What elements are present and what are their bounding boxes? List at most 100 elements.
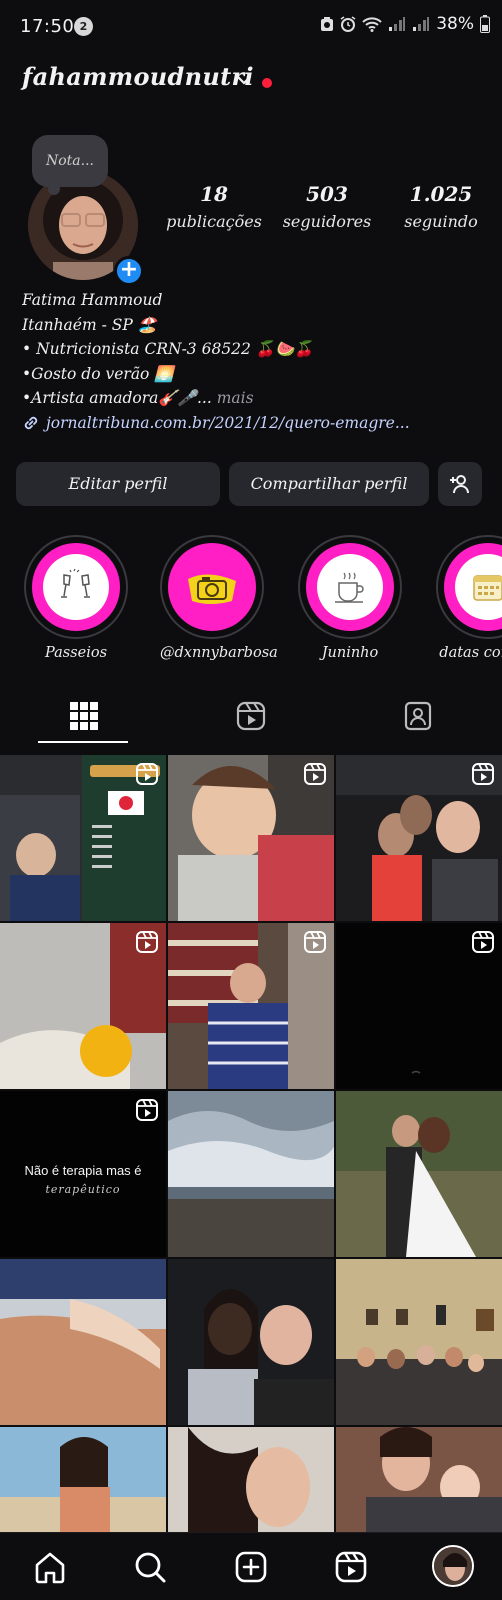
post-thumbnail[interactable] <box>168 1259 334 1425</box>
search-icon <box>135 1552 166 1583</box>
reel-indicator-icon <box>304 763 326 785</box>
active-tab-indicator <box>38 741 128 743</box>
tab-grid[interactable] <box>0 697 167 747</box>
status-icons: 38% <box>320 14 490 34</box>
reel-indicator-icon <box>472 931 494 953</box>
link-icon <box>24 416 38 429</box>
highlight-dxnnybarbosa[interactable]: @dxnnybarbosa <box>160 535 278 661</box>
nav-reels[interactable] <box>333 1549 369 1585</box>
home-icon <box>35 1552 65 1584</box>
bio-more-link[interactable]: mais <box>217 389 254 407</box>
highlight-ring <box>436 535 502 639</box>
profile-bio: Fatima Hammoud Itanhaém - SP 🏖️ • Nutric… <box>22 288 492 435</box>
champagne-glasses-icon <box>61 568 90 598</box>
post-thumbnail[interactable] <box>0 1259 166 1425</box>
highlight-label: @dxnnybarbosa <box>160 645 278 661</box>
post-thumbnail[interactable] <box>168 755 334 921</box>
profile-content-tabs <box>0 697 502 747</box>
stat-following[interactable]: 1.025 seguindo <box>386 182 496 231</box>
bottom-navigation <box>0 1532 502 1600</box>
story-highlights: Passeios @dxnnybarbosa Juninho datas com… <box>0 535 502 665</box>
nav-create[interactable] <box>233 1549 269 1585</box>
signal-icon <box>389 17 406 31</box>
posts-grid: Não é terapia mas é terapêutico <box>0 755 502 1532</box>
share-profile-button[interactable]: Compartilhar perfil <box>229 462 429 506</box>
post-thumbnail[interactable] <box>0 755 166 921</box>
highlight-passeios[interactable]: Passeios <box>24 535 128 661</box>
username-title[interactable]: fahammoudnutri <box>22 62 254 91</box>
post-thumbnail[interactable] <box>0 923 166 1089</box>
post-thumbnail[interactable] <box>336 1427 502 1532</box>
reel-indicator-icon <box>472 763 494 785</box>
tab-tagged[interactable] <box>334 697 501 747</box>
note-bubble[interactable]: Nota... <box>32 135 108 195</box>
reel-indicator-icon <box>136 1099 158 1121</box>
discover-people-button[interactable] <box>438 462 482 506</box>
bio-line-artist: •Artista amadora🎸🎤... mais <box>22 386 492 411</box>
bio-link-text: jornaltribuna.com.br/2021/12/quero-emagr… <box>46 413 410 432</box>
post-thumbnail[interactable] <box>168 1427 334 1532</box>
post-thumbnail[interactable]: Não é terapia mas é terapêutico <box>0 1091 166 1257</box>
status-bar: 17:50 2 38% <box>0 0 502 56</box>
reels-icon <box>335 1551 367 1583</box>
battery-icon <box>480 15 490 33</box>
bio-artist-text: •Artista amadora🎸🎤... <box>22 389 212 407</box>
reel-indicator-icon <box>136 931 158 953</box>
alarm-icon <box>340 16 356 32</box>
highlight-ring <box>24 535 128 639</box>
reels-icon <box>236 701 265 731</box>
edit-profile-button[interactable]: Editar perfil <box>16 462 220 506</box>
nav-home[interactable] <box>32 1549 68 1585</box>
reel-indicator-icon <box>136 763 158 785</box>
post-thumbnail[interactable] <box>336 755 502 921</box>
grid-icon <box>69 702 98 730</box>
create-post-icon <box>235 1551 267 1583</box>
bio-line-summer: •Gosto do verão 🌅 <box>22 364 174 383</box>
post-thumbnail[interactable] <box>168 923 334 1089</box>
nav-profile-avatar[interactable] <box>432 1545 474 1587</box>
highlight-label: Juninho <box>321 645 379 661</box>
highlight-label: datas comem <box>439 645 502 661</box>
tagged-person-icon <box>404 701 431 731</box>
add-person-icon <box>450 475 469 494</box>
coffee-cup-icon <box>335 572 364 603</box>
post-thumbnail[interactable] <box>0 1427 166 1532</box>
post-thumbnail[interactable] <box>168 1091 334 1257</box>
profile-header: fahammoudnutri <box>0 56 502 106</box>
stat-posts[interactable]: 18 publicações <box>160 182 268 231</box>
tab-reels[interactable] <box>167 697 334 747</box>
bio-line-profession: • Nutricionista CRN-3 68522 🍒🍉🍒 <box>22 340 314 358</box>
profile-stats: 18 publicações 503 seguidores 1.025 segu… <box>160 182 496 242</box>
highlight-ring <box>160 535 264 639</box>
post-thumbnail[interactable] <box>336 1259 502 1425</box>
screenshot-icon <box>321 17 334 31</box>
profile-action-buttons: Editar perfil Compartilhar perfil <box>16 462 492 506</box>
post-caption-script: terapêutico <box>45 1183 121 1196</box>
calendar-icon <box>473 575 502 601</box>
posts-label: publicações <box>166 212 262 231</box>
notification-dot <box>262 78 272 88</box>
followers-count: 503 <box>306 182 348 206</box>
reel-indicator-icon <box>304 931 326 953</box>
post-thumbnail[interactable] <box>336 1091 502 1257</box>
highlight-juninho[interactable]: Juninho <box>298 535 402 661</box>
followers-label: seguidores <box>282 212 372 231</box>
avatar <box>434 1547 472 1585</box>
bio-line-location: Itanhaém - SP 🏖️ <box>22 315 158 334</box>
profile-name: Fatima Hammoud <box>22 291 163 309</box>
notification-count-badge: 2 <box>74 17 93 36</box>
chevron-down-icon[interactable] <box>236 74 252 86</box>
nav-search[interactable] <box>132 1549 168 1585</box>
battery-percentage: 38% <box>436 14 474 34</box>
post-thumbnail[interactable] <box>336 923 502 1089</box>
camera-icon <box>188 574 236 604</box>
bio-link[interactable]: jornaltribuna.com.br/2021/12/quero-emagr… <box>22 411 492 436</box>
highlight-datas-comem[interactable]: datas comem <box>436 535 502 661</box>
wifi-icon <box>362 17 382 32</box>
following-count: 1.025 <box>409 182 473 206</box>
stat-followers[interactable]: 503 seguidores <box>268 182 386 231</box>
posts-count: 18 <box>200 182 228 206</box>
status-time: 17:50 <box>20 16 75 37</box>
signal-icon-2 <box>413 17 430 31</box>
add-story-button[interactable]: + <box>114 256 144 286</box>
